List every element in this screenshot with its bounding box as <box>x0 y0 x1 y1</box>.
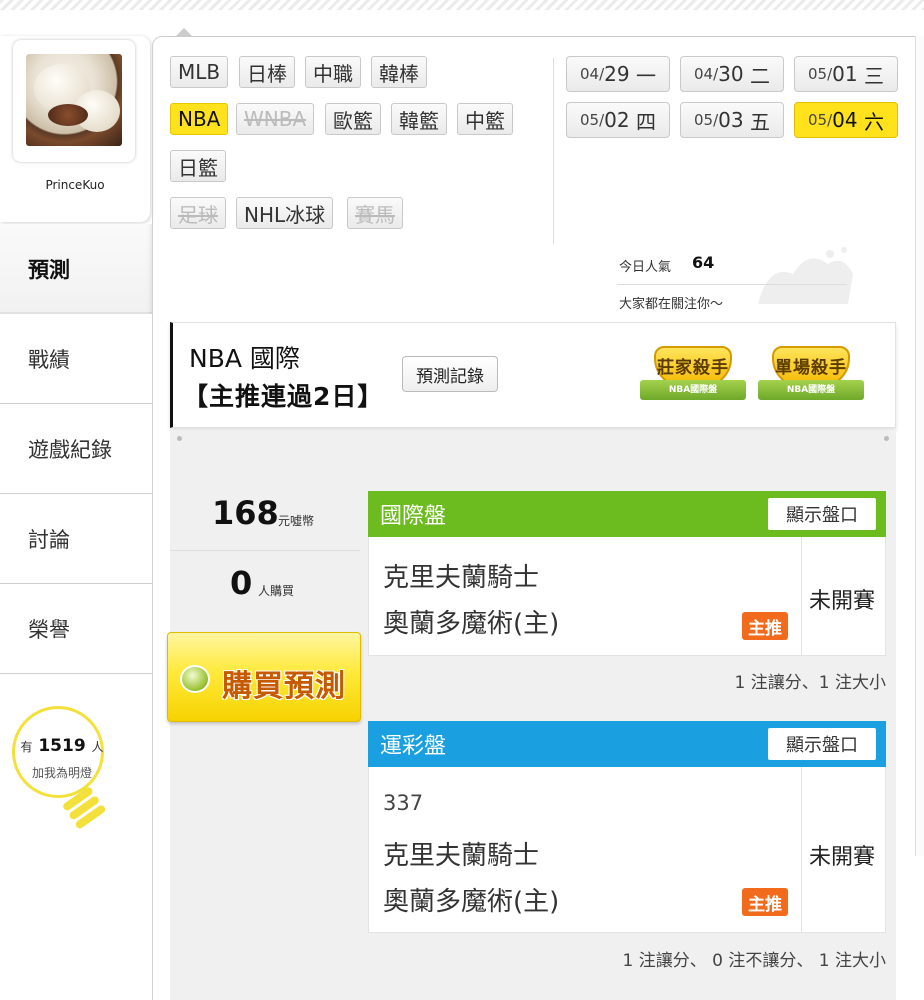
divider <box>617 284 847 285</box>
date-0430[interactable]: 04/30 二 <box>680 56 784 92</box>
sport-npb[interactable]: 日棒 <box>239 56 295 88</box>
game-status: 未開賽 <box>809 845 876 870</box>
badge-bookie-killer[interactable]: 莊家殺手 NBA國際盤 <box>640 346 746 408</box>
date-month: 04/ <box>580 65 605 83</box>
date-weekday: 五 <box>749 109 770 134</box>
bet-header-sports-lottery: 運彩盤 顯示盤口 <box>368 721 886 767</box>
date-month: 05/ <box>808 111 833 129</box>
pin-icon <box>884 436 889 441</box>
coin-icon <box>180 665 210 693</box>
sport-soccer: 足球 <box>170 197 226 229</box>
sport-cpbl[interactable]: 中職 <box>305 56 361 88</box>
sport-nhl[interactable]: NHL冰球 <box>236 197 334 229</box>
nav-item-game-history[interactable]: 遊戲紀錄 <box>0 404 152 494</box>
date-weekday: 一 <box>635 63 656 88</box>
popularity-subtitle: 大家都在關注你～ <box>619 297 724 312</box>
date-0501[interactable]: 05/01 三 <box>794 56 898 92</box>
date-day: 29 <box>604 62 630 86</box>
date-day: 30 <box>718 62 744 86</box>
streak-label: 【主推連過2日】 <box>183 382 384 411</box>
sport-japan-basketball[interactable]: 日籃 <box>170 150 226 182</box>
badge-ribbon: NBA國際盤 <box>758 380 864 400</box>
sport-nba[interactable]: NBA <box>170 103 229 135</box>
avatar[interactable] <box>26 54 122 146</box>
team-home: 奧蘭多魔術(主) <box>383 609 560 639</box>
buyers-unit: 人購買 <box>258 584 295 598</box>
date-day: 04 <box>832 108 858 132</box>
main-pick-tag: 主推 <box>742 888 788 916</box>
league-title: NBA 國際 <box>189 344 300 373</box>
buyers-count: 0 <box>230 564 253 602</box>
date-month: 05/ <box>694 111 719 129</box>
bet-title: 國際盤 <box>380 504 447 529</box>
avatar-frame[interactable] <box>13 40 135 162</box>
date-0504[interactable]: 05/04 六 <box>794 102 898 138</box>
team-away: 克里夫蘭騎士 <box>383 841 540 871</box>
date-month: 04/ <box>694 65 719 83</box>
badge-ribbon: NBA國際盤 <box>640 380 746 400</box>
price-value: 168 <box>212 494 279 532</box>
nav-item-predictions[interactable]: 預測 <box>0 224 152 320</box>
show-odds-button[interactable]: 顯示盤口 <box>768 498 876 530</box>
badge-single-game-killer[interactable]: 單場殺手 NBA國際盤 <box>758 346 864 408</box>
game-status: 未開賽 <box>809 589 876 614</box>
nav-item-record[interactable]: 戰績 <box>0 314 152 404</box>
buy-prediction-label: 購買預測 <box>222 669 346 704</box>
date-weekday: 三 <box>863 63 884 88</box>
lightbulb-prefix: 有 <box>20 740 33 754</box>
nav-item-honors[interactable]: 榮譽 <box>0 584 152 674</box>
bet-header-international: 國際盤 顯示盤口 <box>368 491 886 537</box>
date-0502[interactable]: 05/02 四 <box>566 102 670 138</box>
sport-chinese-basketball[interactable]: 中籃 <box>457 103 513 135</box>
date-month: 05/ <box>808 65 833 83</box>
lightbulb-count: 1519 <box>38 736 86 756</box>
date-day: 03 <box>718 108 744 132</box>
divider <box>170 550 360 551</box>
bet-summary: 1 注讓分、1 注大小 <box>734 673 886 693</box>
avatar-filling-image <box>48 104 88 126</box>
show-odds-button[interactable]: 顯示盤口 <box>768 728 876 760</box>
bet-title: 運彩盤 <box>380 734 447 759</box>
popularity-label: 今日人氣 <box>619 260 672 275</box>
nav-item-discussion[interactable]: 討論 <box>0 494 152 584</box>
sport-mlb[interactable]: MLB <box>170 56 229 88</box>
scrollbar[interactable] <box>915 36 924 856</box>
bet-body-sports-lottery: 337 克里夫蘭騎士 奧蘭多魔術(主) 主推 未開賽 <box>368 767 886 933</box>
lightbulb-count-line: 有 1519 人 <box>8 736 116 756</box>
pin-icon <box>177 436 182 441</box>
username[interactable]: PrinceKuo <box>0 178 150 192</box>
date-month: 05/ <box>580 111 605 129</box>
date-0503[interactable]: 05/03 五 <box>680 102 784 138</box>
date-day: 02 <box>604 108 630 132</box>
lightbulb-follow[interactable]: 有 1519 人 加我為明燈 <box>8 706 108 840</box>
date-0429[interactable]: 04/29 一 <box>566 56 670 92</box>
price-unit: 元噓幣 <box>278 514 315 528</box>
main-pick-tag: 主推 <box>742 612 788 640</box>
team-away: 克里夫蘭騎士 <box>383 563 540 593</box>
sport-korean-basketball[interactable]: 韓籃 <box>391 103 447 135</box>
sport-wnba: WNBA <box>236 103 315 135</box>
lightbulb-suffix: 人 <box>91 740 104 754</box>
game-number: 337 <box>383 791 424 815</box>
prediction-record-button[interactable]: 預測記錄 <box>402 356 498 392</box>
sport-euro-basketball[interactable]: 歐籃 <box>325 103 381 135</box>
sidebar: PrinceKuo 預測 戰績 遊戲紀錄 討論 榮譽 有 1519 人 加我為明… <box>0 0 152 1000</box>
panel-pointer <box>176 28 192 36</box>
buy-prediction-button[interactable]: 購買預測 <box>167 632 361 722</box>
date-weekday: 四 <box>635 109 656 134</box>
bet-body-international: 克里夫蘭騎士 奧蘭多魔術(主) 主推 未開賽 <box>368 537 886 656</box>
lightbulb-subtext: 加我為明燈 <box>31 766 92 780</box>
bet-summary: 1 注讓分、 0 注不讓分、 1 注大小 <box>622 951 886 971</box>
sport-kbo[interactable]: 韓棒 <box>371 56 427 88</box>
date-weekday: 二 <box>749 63 770 88</box>
divider <box>801 537 802 655</box>
date-weekday: 六 <box>863 109 884 134</box>
divider <box>801 767 802 932</box>
divider <box>553 58 554 244</box>
popularity-decoration-icon <box>758 247 853 304</box>
team-home: 奧蘭多魔術(主) <box>383 887 560 917</box>
sport-horse-racing: 賽馬 <box>347 197 403 229</box>
date-day: 01 <box>832 62 858 86</box>
popularity-count: 64 <box>692 253 715 272</box>
